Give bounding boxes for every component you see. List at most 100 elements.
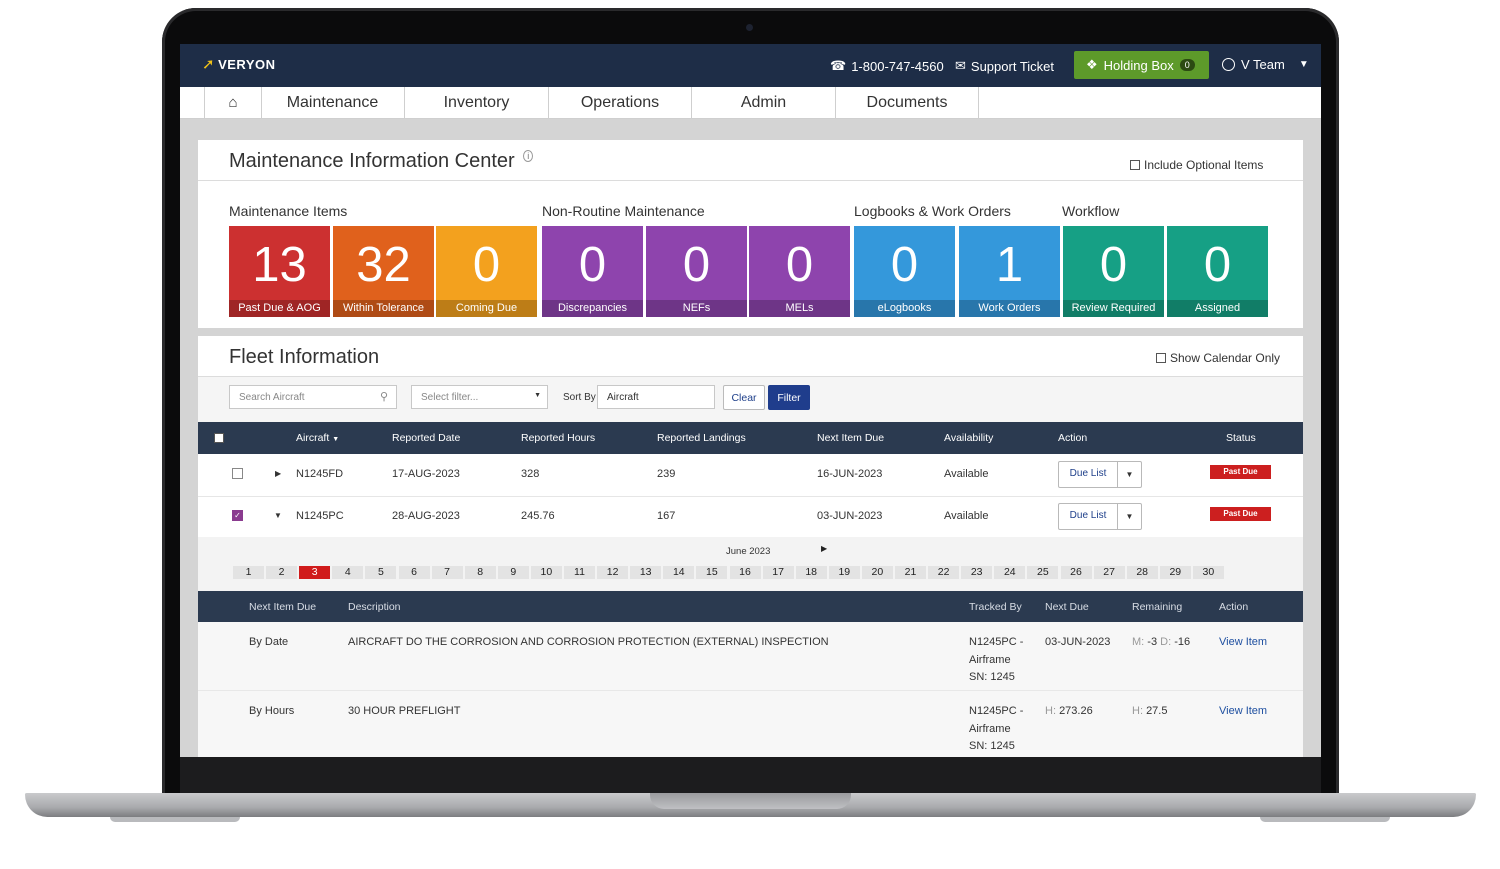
- tab-operations[interactable]: Operations: [549, 87, 692, 118]
- next-due-label: H:: [1045, 705, 1056, 717]
- next-month-icon[interactable]: ▶: [821, 544, 827, 553]
- tile-label: Assigned: [1167, 300, 1268, 317]
- calendar-day[interactable]: 23: [961, 566, 993, 579]
- tracked-aircraft: N1245PC -: [969, 705, 1024, 717]
- reported-landings-cell: 167: [657, 510, 676, 522]
- tab-inventory[interactable]: Inventory: [405, 87, 549, 118]
- caret-down-icon[interactable]: ▼: [1117, 462, 1141, 487]
- calendar-day[interactable]: 12: [597, 566, 629, 579]
- calendar-day[interactable]: 20: [861, 566, 893, 579]
- view-item-link[interactable]: View Item: [1219, 634, 1267, 652]
- holding-box-label: Holding Box: [1103, 57, 1174, 73]
- tile-work-orders[interactable]: 1 Work Orders: [959, 226, 1060, 317]
- filter-select[interactable]: Select filter... ▼: [411, 385, 548, 409]
- view-item-link[interactable]: View Item: [1219, 703, 1267, 721]
- calendar-day[interactable]: 10: [530, 566, 562, 579]
- table-row[interactable]: ▶ N1245FD 17-AUG-2023 328 239 16-JUN-202…: [198, 454, 1303, 497]
- tile-label: Past Due & AOG: [229, 300, 330, 317]
- tracked-component: Airframe: [969, 653, 1011, 666]
- calendar-day[interactable]: 8: [464, 566, 496, 579]
- user-menu[interactable]: V Team ▼: [1222, 57, 1309, 72]
- tab-admin[interactable]: Admin: [692, 87, 836, 118]
- fleet-table-header: Aircraft ▼ Reported Date Reported Hours …: [198, 422, 1303, 454]
- tile-past-due-aog[interactable]: 13 Past Due & AOG: [229, 226, 330, 317]
- calendar-day[interactable]: 5: [365, 566, 397, 579]
- tile-mels[interactable]: 0 MELs: [749, 226, 850, 317]
- search-aircraft-input[interactable]: Search Aircraft ⚲: [229, 385, 397, 409]
- calendar-day[interactable]: 13: [630, 566, 662, 579]
- table-row[interactable]: ✓ ▼ N1245PC 28-AUG-2023 245.76 167 03-JU…: [198, 496, 1303, 539]
- calendar-day[interactable]: 25: [1027, 566, 1059, 579]
- box-icon: ❖: [1086, 57, 1098, 72]
- col-availability[interactable]: Availability: [944, 432, 993, 444]
- select-all-checkbox[interactable]: [214, 433, 224, 443]
- col-remaining: Remaining: [1132, 601, 1183, 613]
- tile-within-tolerance[interactable]: 32 Within Tolerance: [333, 226, 434, 317]
- expand-icon[interactable]: ▶: [275, 469, 281, 478]
- calendar-day[interactable]: 16: [729, 566, 761, 579]
- caret-down-icon[interactable]: ▼: [1117, 504, 1141, 529]
- due-list-button[interactable]: Due List ▼: [1058, 503, 1142, 530]
- due-description: AIRCRAFT DO THE CORROSION AND CORROSION …: [348, 636, 829, 648]
- show-calendar-checkbox[interactable]: Show Calendar Only: [1156, 351, 1280, 365]
- col-reported-date[interactable]: Reported Date: [392, 432, 460, 444]
- calendar-day[interactable]: 19: [828, 566, 860, 579]
- veryon-logo-icon: ➚: [202, 56, 216, 73]
- col-description: Description: [348, 601, 401, 613]
- calendar-day[interactable]: 4: [332, 566, 364, 579]
- calendar-day[interactable]: 7: [431, 566, 463, 579]
- include-optional-checkbox[interactable]: Include Optional Items: [1130, 158, 1263, 172]
- veryon-logo[interactable]: ➚ VERYON: [202, 55, 276, 73]
- tracked-aircraft: N1245PC -: [969, 636, 1024, 648]
- calendar-day[interactable]: 1: [233, 566, 264, 579]
- calendar-day[interactable]: 2: [266, 566, 298, 579]
- tile-discrepancies[interactable]: 0 Discrepancies: [542, 226, 643, 317]
- due-list-button[interactable]: Due List ▼: [1058, 461, 1142, 488]
- calendar-day[interactable]: 29: [1159, 566, 1191, 579]
- calendar-day[interactable]: 11: [564, 566, 595, 579]
- col-next-item-due[interactable]: Next Item Due: [817, 432, 884, 444]
- filter-button[interactable]: Filter: [768, 385, 810, 410]
- col-aircraft[interactable]: Aircraft ▼: [296, 432, 339, 444]
- tile-assigned[interactable]: 0 Assigned: [1167, 226, 1268, 317]
- support-ticket-link[interactable]: ✉ Support Ticket: [955, 58, 1054, 74]
- phone-link[interactable]: ☎ 1-800-747-4560: [830, 58, 944, 74]
- aircraft-cell[interactable]: N1245FD: [296, 468, 343, 480]
- calendar-day[interactable]: 3: [299, 566, 331, 579]
- tile-coming-due[interactable]: 0 Coming Due: [436, 226, 537, 317]
- tab-documents[interactable]: Documents: [836, 87, 979, 118]
- tile-review-required[interactable]: 0 Review Required: [1063, 226, 1164, 317]
- col-reported-hours[interactable]: Reported Hours: [521, 432, 595, 444]
- calendar-day[interactable]: 22: [928, 566, 960, 579]
- tile-elogbooks[interactable]: 0 eLogbooks: [854, 226, 955, 317]
- next-due-hours: 273.26: [1059, 705, 1093, 717]
- clear-button[interactable]: Clear: [723, 385, 765, 410]
- home-tab[interactable]: ⌂: [204, 87, 262, 118]
- holding-box-button[interactable]: ❖ Holding Box 0: [1074, 51, 1209, 79]
- aircraft-cell[interactable]: N1245PC: [296, 510, 344, 522]
- calendar-day[interactable]: 21: [895, 566, 926, 579]
- calendar-day[interactable]: 9: [497, 566, 529, 579]
- collapse-icon[interactable]: ▼: [274, 511, 282, 520]
- calendar-day[interactable]: 24: [994, 566, 1026, 579]
- holding-box-count: 0: [1179, 59, 1195, 71]
- row-checkbox-checked[interactable]: ✓: [232, 510, 243, 521]
- calendar-day[interactable]: 15: [696, 566, 728, 579]
- calendar-day[interactable]: 14: [663, 566, 695, 579]
- row-checkbox[interactable]: [232, 468, 243, 479]
- calendar-day[interactable]: 28: [1126, 566, 1158, 579]
- calendar-day[interactable]: 17: [762, 566, 794, 579]
- col-reported-landings[interactable]: Reported Landings: [657, 432, 746, 444]
- col-status[interactable]: Status: [1226, 432, 1256, 444]
- tile-count: 0: [1203, 238, 1232, 292]
- sort-by-input[interactable]: Aircraft: [597, 385, 715, 409]
- tile-nefs[interactable]: 0 NEFs: [646, 226, 747, 317]
- calendar-day[interactable]: 26: [1060, 566, 1092, 579]
- tab-maintenance[interactable]: Maintenance: [261, 87, 405, 118]
- calendar-day[interactable]: 30: [1192, 566, 1224, 579]
- calendar-day[interactable]: 18: [795, 566, 827, 579]
- calendar-day[interactable]: 6: [398, 566, 430, 579]
- calendar-day[interactable]: 27: [1093, 566, 1125, 579]
- mic-title-text: Maintenance Information Center: [229, 150, 515, 172]
- info-icon[interactable]: i: [523, 150, 534, 163]
